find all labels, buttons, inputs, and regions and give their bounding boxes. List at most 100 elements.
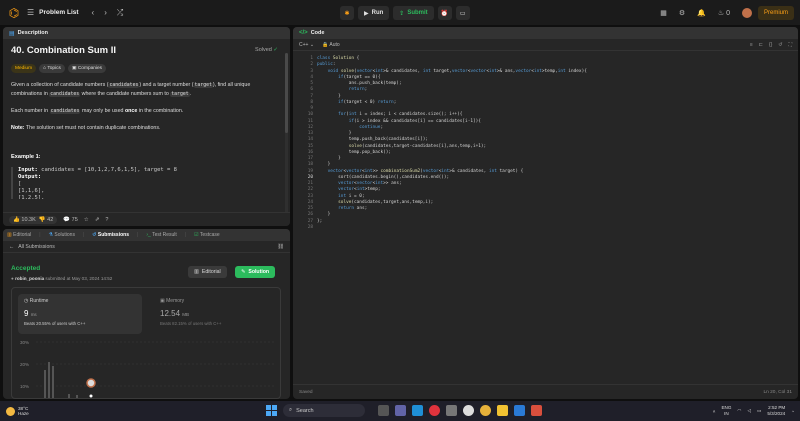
- notes-button[interactable]: ▭: [455, 6, 470, 20]
- dist-bar: [44, 370, 46, 398]
- code-tab[interactable]: </> Code: [293, 27, 798, 39]
- reset-icon[interactable]: ↺: [778, 42, 782, 48]
- notification-center-icon[interactable]: ◔: [791, 409, 794, 414]
- tags-row: Medium ⌂ Topics ▣ Companies: [11, 64, 282, 73]
- braces-icon[interactable]: {}: [769, 42, 772, 48]
- run-button[interactable]: ▶ Run: [358, 6, 390, 20]
- debug-button[interactable]: ✱: [340, 6, 354, 20]
- fire-icon: ♨: [717, 9, 725, 17]
- language-indicator[interactable]: ENG IN: [721, 405, 731, 416]
- memory-card[interactable]: ▣ Memory 12.54 MB Beats 82.15% of users …: [154, 294, 278, 334]
- memory-value: 12.54 MB: [160, 309, 190, 318]
- windows-start-icon[interactable]: [266, 405, 277, 416]
- code-panel: </> Code C++ ⌄ 🔒 Auto ≡ ⊏ {} ↺ ⛶ 1234567…: [293, 27, 798, 399]
- language-select[interactable]: C++ ⌄: [299, 42, 314, 48]
- topics-tag[interactable]: ⌂ Topics: [39, 64, 65, 73]
- code-status-bar: Saved Ln 20, Col 31: [293, 384, 798, 399]
- link-icon[interactable]: ⛓: [277, 244, 284, 250]
- notification-icon[interactable]: 🔔: [697, 9, 706, 17]
- tab-test-result[interactable]: ›_ Test Result: [146, 232, 177, 238]
- dist-bar: [48, 362, 50, 398]
- favorite-icon[interactable]: ☆: [84, 217, 89, 223]
- chevron-down-icon: ⌄: [309, 41, 315, 48]
- taskbar-search[interactable]: ⌕ Search: [283, 404, 365, 417]
- file-explorer-icon[interactable]: [497, 405, 508, 416]
- like-button[interactable]: 👍 10.3K: [13, 217, 36, 223]
- submit-button[interactable]: ⇪ Submit: [393, 6, 434, 20]
- history-icon: ↺: [92, 232, 97, 238]
- battery-icon[interactable]: ▭: [757, 408, 761, 414]
- user-avatar-icon: ●: [11, 276, 14, 281]
- tab-solutions[interactable]: ⚗ Solutions: [49, 232, 75, 238]
- tick-30: 30%: [20, 340, 29, 345]
- auto-mode-toggle[interactable]: 🔒 Auto: [322, 42, 340, 48]
- settings-icon[interactable]: ⚙: [679, 9, 685, 17]
- runtime-value: 9 ms: [24, 309, 37, 318]
- layout-icon[interactable]: ▦: [660, 9, 667, 17]
- companies-tag[interactable]: ▣ Companies: [67, 64, 107, 73]
- example-box: Input: candidates = [10,1,2,7,6,1,5], ta…: [11, 167, 282, 199]
- vscode-icon[interactable]: [514, 405, 525, 416]
- tick-10: 10%: [20, 384, 29, 389]
- chrome-icon[interactable]: [480, 405, 491, 416]
- help-icon[interactable]: ?: [105, 217, 108, 223]
- tab-testcase[interactable]: ☑ Testcase: [194, 232, 220, 238]
- volume-icon[interactable]: ◁: [747, 408, 751, 414]
- code-editor[interactable]: 1 2 3 4 5 6 7 8 9 10 11 12 13 14 15 16 17 18 19 20 21 22 23 24 2…: [293, 52, 798, 384]
- task-view-icon[interactable]: [378, 405, 389, 416]
- format-icon[interactable]: ≡: [750, 42, 753, 48]
- clock[interactable]: 2:52 PM 5/3/2024: [767, 405, 785, 416]
- description-tab[interactable]: ▤ Description: [3, 27, 290, 39]
- windows-taskbar: 38°C Haze ⌕ Search ˄ ENG IN ◠ ◁ ▭ 2:52 PM 5…: [0, 401, 800, 421]
- tab-submissions[interactable]: ↺ Submissions: [92, 232, 129, 238]
- share-icon[interactable]: ⇗: [95, 217, 100, 223]
- solution-button[interactable]: ✎ Solution: [235, 266, 276, 278]
- problem-list-icon[interactable]: ☰: [27, 8, 34, 17]
- shuffle-icon[interactable]: ⤮: [117, 8, 123, 18]
- code-line[interactable]: [317, 225, 587, 231]
- submissions-tabs: ▥ Editorial | ⚗ Solutions | ↺ Submission…: [3, 229, 290, 241]
- wifi-icon[interactable]: ◠: [737, 408, 741, 414]
- leetcode-logo-icon[interactable]: ⌬: [6, 5, 22, 21]
- avatar[interactable]: [741, 7, 752, 18]
- edge-icon[interactable]: [412, 405, 423, 416]
- code-line[interactable]: void solve(vector<int>& candidates, int …: [317, 69, 587, 75]
- lock-icon: 🔒: [322, 41, 329, 48]
- chip-icon: ▣: [160, 298, 165, 304]
- tab-editorial[interactable]: ▥ Editorial: [7, 232, 31, 238]
- teams-icon[interactable]: [395, 405, 406, 416]
- timer-button[interactable]: ⏰: [437, 6, 452, 20]
- difficulty-badge[interactable]: Medium: [11, 64, 37, 73]
- settings-app-icon[interactable]: [446, 405, 457, 416]
- problem-list-link[interactable]: Problem List: [39, 9, 78, 16]
- bookmark-icon[interactable]: ⊏: [759, 42, 763, 48]
- comments-button[interactable]: 💬 75: [63, 217, 78, 223]
- editorial-button[interactable]: ▥ Editorial: [188, 266, 227, 278]
- weather-widget[interactable]: 38°C Haze: [6, 406, 29, 417]
- document-icon: ▤: [9, 30, 15, 37]
- stats-box: ◷ Runtime 9 ms Beats 20.55% of users wit…: [11, 287, 281, 399]
- chevron-up-icon[interactable]: ˄: [713, 409, 716, 414]
- dist-bar: [76, 395, 78, 398]
- premium-button[interactable]: Premium: [757, 5, 794, 20]
- note-text: Note: The solution set must not contain …: [11, 125, 161, 131]
- tick-20: 20%: [20, 362, 29, 367]
- streak-count[interactable]: ♨ 0: [718, 9, 730, 17]
- description-scroll-thumb[interactable]: [285, 53, 288, 133]
- tag-icon: ⌂: [43, 66, 46, 71]
- code-lines[interactable]: class Solution {public: void solve(vecto…: [317, 56, 587, 231]
- save-status: Saved: [299, 389, 313, 395]
- runtime-card[interactable]: ◷ Runtime 9 ms Beats 20.55% of users wit…: [18, 294, 142, 334]
- app-icon[interactable]: [531, 405, 542, 416]
- opera-icon[interactable]: [429, 405, 440, 416]
- dislike-button[interactable]: 👎 42: [39, 217, 54, 223]
- description-panel: ▤ Description 40. Combination Sum II Sol…: [3, 27, 290, 226]
- github-icon[interactable]: [463, 405, 474, 416]
- fullscreen-icon[interactable]: ⛶: [788, 42, 792, 48]
- prev-problem-icon[interactable]: ‹: [92, 8, 95, 17]
- cursor-position: Ln 20, Col 31: [763, 389, 792, 395]
- all-submissions-link[interactable]: ← All Submissions ⛓: [3, 241, 290, 253]
- next-problem-icon[interactable]: ›: [104, 8, 107, 17]
- book-icon: ▥: [7, 232, 12, 238]
- dist-bar: [68, 394, 70, 398]
